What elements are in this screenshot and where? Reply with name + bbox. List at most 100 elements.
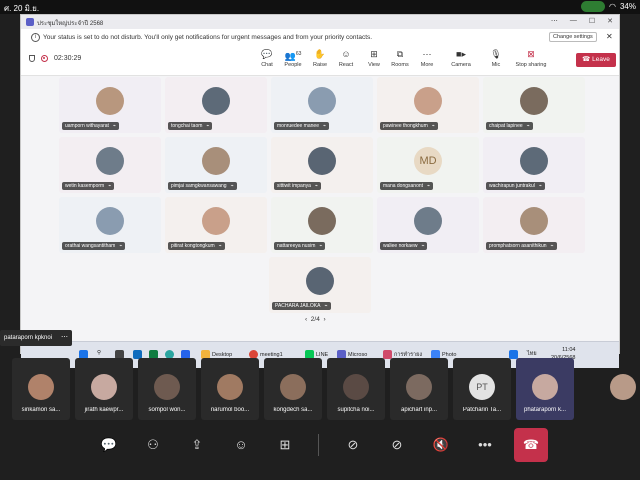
filmstrip-participant[interactable]: apichart inp... xyxy=(390,358,448,420)
page-indicator: 2/4 xyxy=(310,316,320,323)
search-button[interactable]: ⚲ xyxy=(97,350,101,356)
language-indicator[interactable]: ไทย xyxy=(527,350,537,358)
avatar xyxy=(217,374,243,400)
participant-name: kongdech sa... xyxy=(273,407,313,413)
speaker-toggle-button[interactable]: 🔇 xyxy=(426,430,456,460)
participant-name: jirath kaewpr... xyxy=(84,407,124,413)
apps-button[interactable]: ⊞ xyxy=(270,430,300,460)
participant-tile[interactable]: sittiwit impanya ⌁ xyxy=(271,137,373,193)
participant-name: Patcharin Ta... xyxy=(462,407,502,413)
avatar: PT xyxy=(469,374,495,400)
mic-muted-icon: ⌁ xyxy=(218,243,222,249)
mic-muted-icon: ⌁ xyxy=(427,183,431,189)
participant-tile[interactable]: PACHARA JAILOKA ⌁ xyxy=(269,257,371,313)
participant-tile[interactable]: uamporn withayarat ⌁ xyxy=(59,77,161,133)
mic-muted-icon: ⌁ xyxy=(322,123,326,129)
avatar xyxy=(91,374,117,400)
participant-name: sirikamon sa... xyxy=(21,407,61,413)
filmstrip-participant[interactable]: kongdech sa... xyxy=(264,358,322,420)
more-button[interactable]: ••• xyxy=(470,430,500,460)
participant-tile[interactable]: tongchai taom ⌁ xyxy=(165,77,267,133)
filmstrip-participant-partial[interactable] xyxy=(600,358,640,420)
end-call-button[interactable]: ☎ xyxy=(514,428,548,462)
avatar xyxy=(520,87,548,115)
more-options-icon[interactable]: ⋯ xyxy=(551,17,558,25)
share-button[interactable]: ⇪ xyxy=(182,430,212,460)
participant-tile[interactable]: pitirat kongtongkum ⌁ xyxy=(165,197,267,253)
filmstrip-participant[interactable]: PT Patcharin Ta... xyxy=(453,358,511,420)
next-page-icon[interactable]: › xyxy=(323,316,325,323)
avatar xyxy=(308,87,336,115)
battery-level: 34% xyxy=(619,2,636,11)
camera-button[interactable]: ■▸ Camera xyxy=(446,48,476,68)
mic-muted-icon: ⌁ xyxy=(550,243,554,249)
mic-muted-icon: ⌁ xyxy=(538,183,542,189)
people-icon: ⚇ xyxy=(147,437,159,452)
maximize-icon[interactable]: ☐ xyxy=(589,17,595,25)
participant-name: mana dongsanont ⌁ xyxy=(380,182,434,190)
dismiss-banner-icon[interactable]: ✕ xyxy=(606,32,613,41)
people-button[interactable]: 👥63 People xyxy=(278,48,308,68)
participant-tile[interactable]: nattareeya nusim ⌁ xyxy=(271,197,373,253)
more-options-icon[interactable]: ⋯ xyxy=(61,333,68,341)
mic-muted-icon: ⌁ xyxy=(206,123,210,129)
call-controls: 💬 ⚇ ⇪ ☺ ⊞ ⊘ ⊘ 🔇 ••• ☎ xyxy=(0,420,640,480)
participant-tile[interactable]: wetin kasemporm ⌁ xyxy=(59,137,161,193)
participant-tile[interactable]: MD mana dongsanont ⌁ xyxy=(377,137,479,193)
close-icon[interactable]: ✕ xyxy=(607,17,613,25)
participant-name: chaipat lapinee ⌁ xyxy=(486,122,533,130)
participant-name: monruedee manee ⌁ xyxy=(274,122,329,130)
presenter-label[interactable]: pataraporn kpknoi ⋯ xyxy=(0,330,72,346)
mic-muted-icon: ⌁ xyxy=(421,243,425,249)
effects-button[interactable]: ☺ xyxy=(226,430,256,460)
react-icon: ☺ xyxy=(341,49,351,59)
participant-tile[interactable]: pimjai samgkwansawang ⌁ xyxy=(165,137,267,193)
participant-name: wachirapun juntrakul ⌁ xyxy=(486,182,545,190)
change-settings-button[interactable]: Change settings xyxy=(549,32,597,42)
participant-name: sittiwit impanya ⌁ xyxy=(274,182,321,190)
participant-tile[interactable]: pawinee thongkhum ⌁ xyxy=(377,77,479,133)
participant-tile[interactable]: promphatsorn asanithikun ⌁ xyxy=(483,197,585,253)
participant-tile[interactable]: chaipat lapinee ⌁ xyxy=(483,77,585,133)
people-icon: 👥63 xyxy=(284,51,302,61)
avatar xyxy=(96,147,124,175)
participant-name: phataraporn k... xyxy=(523,407,567,413)
share-icon: ⇪ xyxy=(191,437,203,452)
filmstrip-participant[interactable]: narumol boo... xyxy=(201,358,259,420)
filmstrip-participant[interactable]: sirikamon sa... xyxy=(12,358,70,420)
avatar xyxy=(306,267,334,295)
chat-button[interactable]: 💬 xyxy=(94,430,124,460)
leave-button[interactable]: ☎ Leave xyxy=(576,53,616,67)
grid-pager: ‹ 2/4 › xyxy=(305,316,326,323)
avatar xyxy=(610,374,636,400)
info-icon: i xyxy=(31,33,40,42)
participant-tile[interactable]: monruedee manee ⌁ xyxy=(271,77,373,133)
minimize-icon[interactable]: — xyxy=(570,17,577,25)
phone-status-bar: ศ. 20 มิ.ย. ◠ 34% xyxy=(0,0,640,14)
people-button[interactable]: ⚇ xyxy=(138,430,168,460)
previous-page-icon[interactable]: ‹ xyxy=(305,316,307,323)
dnd-banner: i Your status is set to do not disturb. … xyxy=(21,29,619,46)
avatar xyxy=(308,147,336,175)
more-icon: ••• xyxy=(478,437,492,452)
camera-icon: ■▸ xyxy=(456,49,466,59)
filmstrip-participant[interactable]: phataraporn k... xyxy=(516,358,574,420)
participant-name: uamporn withayarat ⌁ xyxy=(62,122,119,130)
rooms-button[interactable]: ⧉ Rooms xyxy=(385,48,415,68)
stop-sharing-button[interactable]: ⊠ Stop sharing xyxy=(514,48,548,68)
mic-toggle-button[interactable]: ⊘ xyxy=(382,430,412,460)
filmstrip-participant[interactable]: supitcha noi... xyxy=(327,358,385,420)
camera-toggle-button[interactable]: ⊘ xyxy=(338,430,368,460)
more-button[interactable]: ⋯ More xyxy=(412,48,442,68)
filmstrip-participant[interactable]: jirath kaewpr... xyxy=(75,358,133,420)
participant-tile[interactable]: orathai wangsantitham ⌁ xyxy=(59,197,161,253)
teams-logo-icon xyxy=(26,18,34,26)
avatar xyxy=(532,374,558,400)
mic-button[interactable]: 🎙 Mic xyxy=(481,48,511,68)
participant-tile[interactable]: wachirapun juntrakul ⌁ xyxy=(483,137,585,193)
participant-tile[interactable]: waliee norkaew ⌁ xyxy=(377,197,479,253)
react-button[interactable]: ☺ React xyxy=(331,48,361,68)
mic-muted-icon: ⌁ xyxy=(108,183,112,189)
filmstrip-participant[interactable]: sompol won... xyxy=(138,358,196,420)
mic-off-icon: ⊘ xyxy=(391,437,403,452)
